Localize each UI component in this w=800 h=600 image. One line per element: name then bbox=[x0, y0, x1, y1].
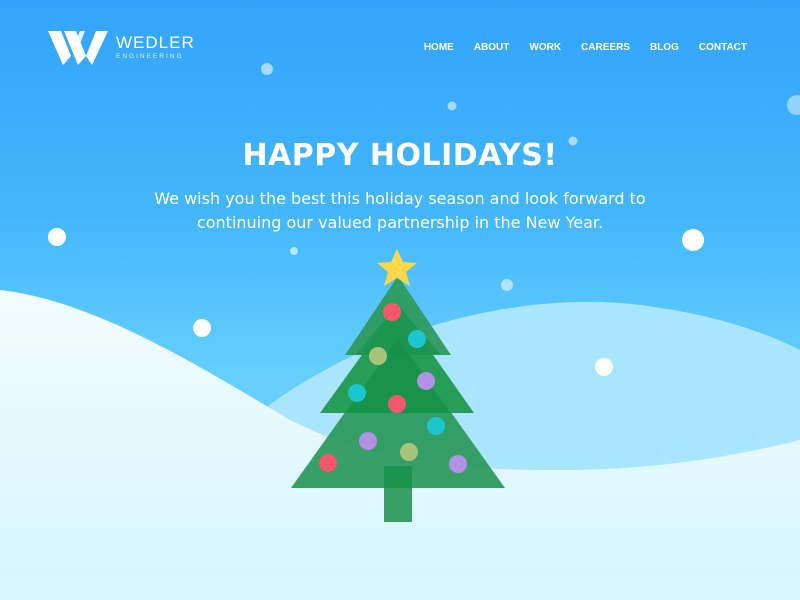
holiday-page: WEDLER ENGINEERING HOME ABOUT WORK CAREE… bbox=[0, 0, 800, 600]
brand-name: WEDLER bbox=[116, 33, 195, 52]
snowflake-icon bbox=[595, 358, 613, 376]
hero-section: HAPPY HOLIDAYS! We wish you the best thi… bbox=[0, 138, 800, 235]
nav-about[interactable]: ABOUT bbox=[474, 42, 510, 53]
snowflake-icon bbox=[193, 319, 211, 337]
nav-home[interactable]: HOME bbox=[424, 42, 454, 53]
snowflake-icon bbox=[290, 247, 298, 255]
site-header: WEDLER ENGINEERING HOME ABOUT WORK CAREE… bbox=[0, 0, 800, 96]
snowflake-icon bbox=[501, 279, 513, 291]
hero-title: HAPPY HOLIDAYS! bbox=[242, 138, 558, 173]
brand-tagline: ENGINEERING bbox=[116, 53, 184, 60]
nav-work[interactable]: WORK bbox=[529, 42, 561, 53]
snowflake-icon bbox=[447, 101, 457, 111]
hero-message: We wish you the best this holiday season… bbox=[154, 189, 646, 232]
nav-careers[interactable]: CAREERS bbox=[581, 42, 630, 53]
nav-blog[interactable]: BLOG bbox=[650, 42, 679, 53]
main-nav: HOME ABOUT WORK CAREERS BLOG CONTACT bbox=[424, 42, 747, 53]
nav-contact[interactable]: CONTACT bbox=[699, 42, 747, 53]
snowflake-icon bbox=[787, 95, 800, 115]
brand-logo[interactable]: WEDLER ENGINEERING bbox=[48, 30, 208, 66]
w-logo-icon bbox=[48, 31, 108, 65]
